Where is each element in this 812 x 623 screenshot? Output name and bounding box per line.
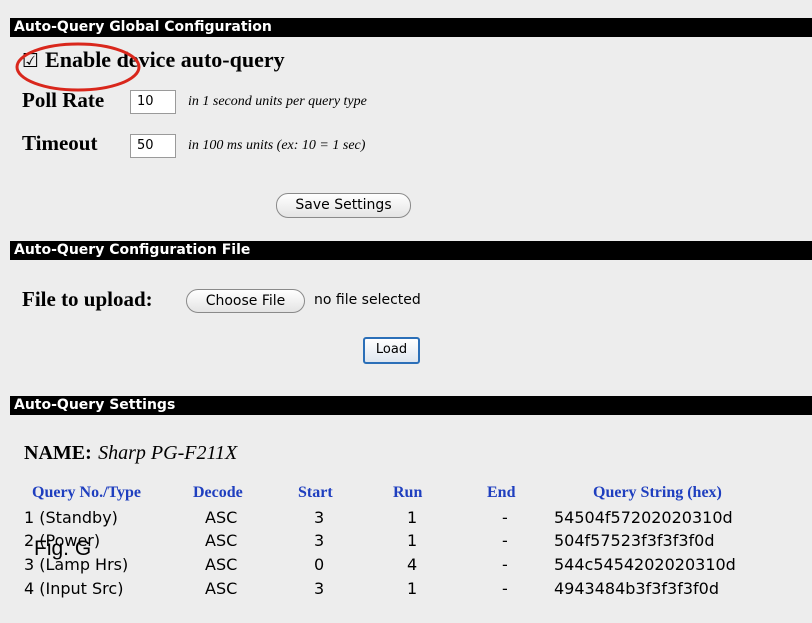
- col-header-query-type: Query No./Type: [32, 484, 142, 501]
- cell-query-string: 4943484b3f3f3f3f0d: [554, 579, 719, 598]
- cell-run: 1: [407, 508, 418, 527]
- cell-query-type: 4 (Input Src): [24, 579, 124, 598]
- col-header-query-string: Query String (hex): [593, 484, 722, 501]
- timeout-input[interactable]: 50: [130, 134, 176, 158]
- section-header-global-config: Auto-Query Global Configuration: [10, 18, 812, 37]
- cell-end: -: [502, 508, 508, 527]
- cell-start: 3: [314, 579, 325, 598]
- cell-end: -: [502, 555, 508, 574]
- section-header-config-file: Auto-Query Configuration File: [10, 241, 812, 260]
- col-header-end: End: [487, 484, 516, 501]
- cell-decode: ASC: [205, 579, 238, 598]
- choose-file-button[interactable]: Choose File: [186, 289, 305, 313]
- cell-run: 4: [407, 555, 418, 574]
- device-name-row: NAME: Sharp PG-F211X: [24, 440, 237, 465]
- figure-label: Fig. G: [34, 537, 92, 560]
- cell-query-string: 544c5454202020310d: [554, 555, 736, 574]
- file-upload-label: File to upload:: [22, 287, 153, 311]
- cell-start: 3: [314, 508, 325, 527]
- timeout-note: in 100 ms units (ex: 10 = 1 sec): [188, 138, 366, 153]
- timeout-label: Timeout: [22, 131, 98, 155]
- cell-query-type: 1 (Standby): [24, 508, 118, 527]
- cell-query-string: 54504f57202020310d: [554, 508, 733, 527]
- cell-decode: ASC: [205, 555, 238, 574]
- save-settings-button[interactable]: Save Settings: [276, 193, 411, 218]
- cell-decode: ASC: [205, 508, 238, 527]
- poll-rate-label: Poll Rate: [22, 88, 105, 112]
- col-header-decode: Decode: [193, 484, 243, 501]
- load-button[interactable]: Load: [363, 337, 420, 364]
- col-header-run: Run: [393, 484, 423, 501]
- cell-query-string: 504f57523f3f3f3f0d: [554, 531, 715, 550]
- poll-rate-input[interactable]: 10: [130, 90, 176, 114]
- name-value: Sharp PG-F211X: [98, 442, 238, 464]
- file-status: no file selected: [314, 292, 421, 308]
- poll-rate-note: in 1 second units per query type: [188, 94, 367, 109]
- cell-run: 1: [407, 579, 418, 598]
- load-button-label: Load: [375, 342, 408, 357]
- section-header-settings: Auto-Query Settings: [10, 396, 812, 415]
- cell-start: 0: [314, 555, 325, 574]
- cell-end: -: [502, 579, 508, 598]
- name-label: NAME:: [24, 442, 92, 464]
- col-header-start: Start: [298, 484, 333, 501]
- cell-run: 1: [407, 531, 418, 550]
- cell-start: 3: [314, 531, 325, 550]
- cell-end: -: [502, 531, 508, 550]
- cell-decode: ASC: [205, 531, 238, 550]
